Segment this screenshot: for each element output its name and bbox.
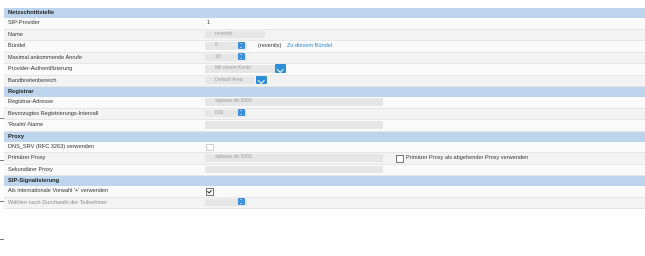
row-dns-srv: DNS_SRV (RFC 3263) verwenden [4,141,645,153]
registrar-interval-label: Bevorzugtes Registrierungs-Intervall [8,110,99,117]
dns-srv-checkbox[interactable] [206,143,214,151]
intl-prefix-checkbox[interactable] [206,188,214,196]
max-calls-label: Maximal ankommende Anrufe [8,54,82,61]
registrar-address-field[interactable]: sipbase.de:5060 [205,98,383,106]
row-buendel: Bündel 6 (reventix) Zu diesem Bündel [4,41,645,53]
realm-label: 'Realm'-Name [8,122,44,128]
auth-dropdown-icon[interactable] [275,64,286,73]
cut-off-label: Wählen nach Durchwahl der Teilnehmer [8,199,108,206]
row-auth: Provider-Authentifizierung Mit einem Kon… [4,64,645,76]
row-registrar-address: Registrar-Adresse sipbase.de:5060 [4,97,645,109]
primary-proxy-outbound-label: Primärer Proxy als abgehender Proxy verw… [406,155,529,161]
row-sip-provider: SIP-Provider 1 [4,18,645,30]
band-select[interactable]: Default Area [205,76,255,85]
secondary-proxy-label: Sekundärer Proxy [8,166,53,173]
buendel-suffix: (reventix) [258,43,282,49]
dns-srv-label: DNS_SRV (RFC 3263) verwenden [8,143,95,150]
primary-proxy-outbound-checkbox[interactable] [396,155,404,163]
section-header-sip-signalisierung: SIP-Signalisierung [4,176,645,186]
buendel-link[interactable]: Zu diesem Bündel [287,41,332,52]
row-realm: 'Realm'-Name [4,120,645,132]
sip-provider-label: SIP-Provider [8,20,40,26]
row-cut-off: Wählen nach Durchwahl der Teilnehmer [4,197,645,209]
row-primary-proxy: Primärer Proxy sipbase.de:5060 Primärer … [4,153,645,165]
buendel-stepper-icon[interactable] [238,41,245,49]
band-dropdown-icon[interactable] [256,75,267,85]
registrar-address-label: Registrar-Adresse [8,99,54,105]
realm-field[interactable] [205,121,383,129]
auth-select[interactable]: Mit einem Konto [205,65,275,73]
registrar-interval-stepper-icon[interactable] [238,109,245,117]
row-registrar-interval: Bevorzugtes Registrierungs-Intervall 600 [4,108,645,120]
section-header-proxy: Proxy [4,131,645,142]
section-header-netzschnittstelle: Netzschnittstelle [4,8,645,18]
buendel-label: Bündel [8,43,26,49]
secondary-proxy-field[interactable] [205,165,383,174]
band-label: Bandbreitenbereich [8,77,57,84]
max-calls-stepper-icon[interactable] [238,53,245,61]
primary-proxy-label: Primärer Proxy [8,155,46,161]
section-header-registrar: Registrar [4,87,645,97]
row-name: Name reventix [4,29,645,41]
auth-label: Provider-Authentifizierung [8,66,73,72]
primary-proxy-field[interactable]: sipbase.de:5060 [205,154,383,162]
row-intl-prefix: Als internationale Vorwahl '+' verwenden [4,186,645,198]
settings-form: Netzschnittstelle SIP-Provider 1 Name re… [4,8,645,256]
row-max-calls: Maximal ankommende Anrufe 10 [4,52,645,64]
row-secondary-proxy: Sekundärer Proxy [4,164,645,176]
intl-prefix-label: Als internationale Vorwahl '+' verwenden [8,188,109,194]
sip-provider-value: 1 [207,20,211,26]
row-band: Bandbreitenbereich Default Area [4,75,645,87]
name-label: Name [8,31,23,38]
name-field[interactable]: reventix [205,30,265,39]
cut-off-stepper-icon[interactable] [238,198,245,206]
